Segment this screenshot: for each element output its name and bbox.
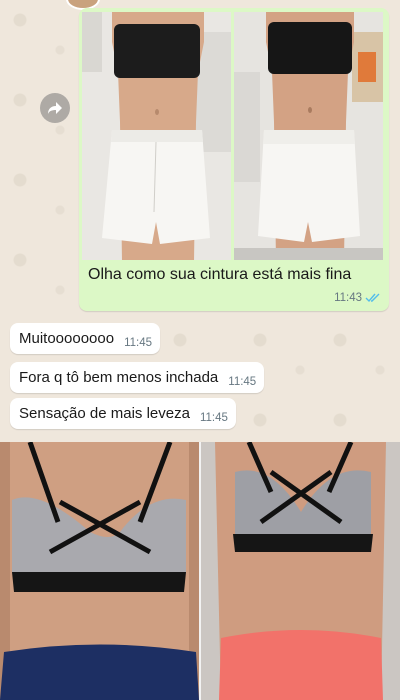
before-bra-photo-image — [0, 442, 199, 700]
message-timestamp: 11:45 — [124, 336, 153, 349]
message-timestamp: 11:45 — [228, 375, 257, 388]
forward-arrow-icon — [48, 102, 62, 114]
outgoing-message[interactable]: Olha como sua cintura está mais fina 11:… — [79, 8, 389, 311]
after-bra-photo-image — [201, 442, 400, 700]
chat-area: Olha como sua cintura está mais fina 11:… — [0, 0, 400, 442]
incoming-message[interactable]: Sensação de mais leveza 11:45 — [10, 398, 236, 429]
outgoing-message-meta: 11:43 — [334, 292, 381, 304]
double-check-icon — [365, 293, 380, 303]
incoming-message-text: Fora q tô bem menos inchada — [19, 369, 219, 386]
before-photo[interactable] — [82, 12, 231, 260]
after-bra-photo — [201, 442, 400, 700]
after-photo-image — [234, 12, 383, 260]
message-timestamp: 11:43 — [334, 292, 362, 304]
incoming-message-text: Muitoooooooo — [19, 330, 115, 347]
incoming-message[interactable]: Fora q tô bem menos inchada 11:45 — [10, 362, 265, 393]
forward-button[interactable] — [40, 93, 70, 123]
outgoing-message-text: Olha como sua cintura está mais fina — [88, 266, 352, 283]
before-bra-photo — [0, 442, 199, 700]
incoming-message-text: Sensação de mais leveza — [19, 405, 190, 422]
incoming-message[interactable]: Muitoooooooo 11:45 — [10, 323, 161, 354]
before-photo-image — [82, 12, 231, 260]
message-timestamp: 11:45 — [199, 411, 228, 424]
after-photo[interactable] — [234, 12, 383, 260]
